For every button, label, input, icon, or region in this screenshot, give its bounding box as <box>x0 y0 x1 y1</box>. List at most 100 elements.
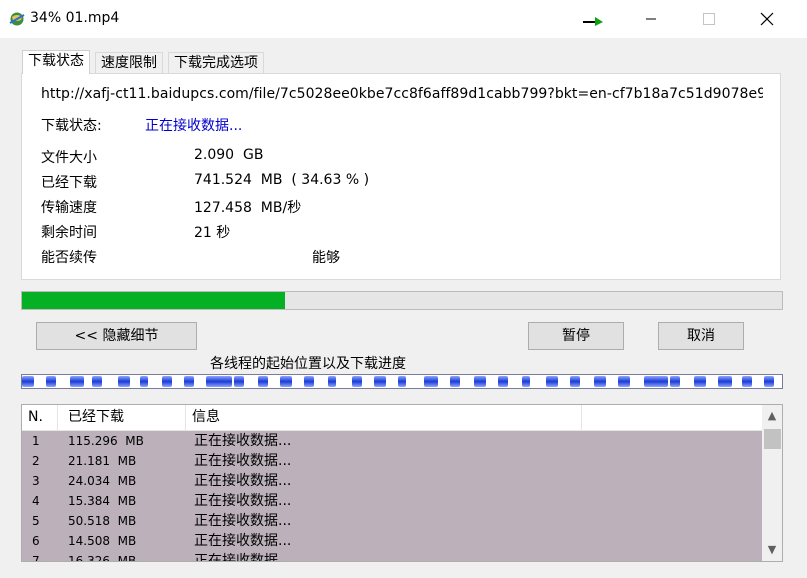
thread-segment <box>140 376 148 387</box>
cell-downloaded: 50.518 MB <box>68 514 137 528</box>
thread-segment <box>670 376 680 387</box>
thread-segment <box>546 376 558 387</box>
close-icon <box>760 12 774 26</box>
table-row[interactable]: 7 16.326 MB 正在接收数据... <box>22 551 762 562</box>
resume-value: 能够 <box>312 250 340 266</box>
file-size-value: 2.090 GB <box>194 147 264 163</box>
thread-segment <box>206 376 232 387</box>
thread-segment <box>398 376 406 387</box>
thread-segment <box>118 376 130 387</box>
column-header-info[interactable]: 信息 <box>186 405 582 430</box>
tab-download-status[interactable]: 下载状态 <box>22 50 90 74</box>
thread-segment <box>594 376 606 387</box>
cell-n: 1 <box>32 434 40 448</box>
scroll-thumb[interactable] <box>764 429 781 449</box>
downloaded-value: 741.524 MB ( 34.63 % ) <box>194 172 370 188</box>
thread-segment <box>258 376 268 387</box>
thread-segment <box>764 376 774 387</box>
tab-completion-options[interactable]: 下载完成选项 <box>168 52 264 73</box>
cell-info: 正在接收数据... <box>194 453 292 469</box>
cell-info: 正在接收数据... <box>194 473 292 489</box>
cell-n: 6 <box>32 534 40 548</box>
hide-details-button[interactable]: << 隐藏细节 <box>36 322 197 350</box>
status-label: 下载状态: <box>41 118 102 134</box>
thread-segment <box>694 376 706 387</box>
speed-label: 传输速度 <box>41 200 97 216</box>
cell-n: 5 <box>32 514 40 528</box>
thread-segment <box>352 376 362 387</box>
status-value: 正在接收数据... <box>145 118 243 134</box>
thread-segment <box>424 376 438 387</box>
download-url: http://xafj-ct11.baidupcs.com/file/7c502… <box>41 86 763 102</box>
cell-n: 4 <box>32 494 40 508</box>
tab-speed-limit[interactable]: 速度限制 <box>95 52 163 73</box>
thread-segment <box>46 376 56 387</box>
thread-segment <box>22 376 34 387</box>
thread-segment <box>304 376 314 387</box>
table-row[interactable]: 3 24.034 MB 正在接收数据... <box>22 471 762 491</box>
cell-downloaded: 24.034 MB <box>68 474 137 488</box>
cell-downloaded: 16.326 MB <box>68 554 137 562</box>
cell-n: 7 <box>32 554 40 562</box>
close-button[interactable] <box>744 0 790 38</box>
cell-downloaded: 21.181 MB <box>68 454 137 468</box>
thread-segment <box>498 376 508 387</box>
minimize-button[interactable] <box>628 0 674 38</box>
maximize-button[interactable] <box>686 0 732 38</box>
green-arrow-icon <box>582 15 604 27</box>
minimize-icon <box>646 18 656 20</box>
table-row[interactable]: 4 15.384 MB 正在接收数据... <box>22 491 762 511</box>
thread-progress-bar <box>21 374 783 389</box>
table-body: 1 115.296 MB 正在接收数据... 2 21.181 MB 正在接收数据... 3… <box>22 431 762 562</box>
thread-segment <box>644 376 668 387</box>
remaining-time-label: 剩余时间 <box>41 225 97 241</box>
maximize-icon <box>703 13 715 25</box>
thread-segment <box>474 376 486 387</box>
scroll-up-icon[interactable]: ▲ <box>762 407 782 425</box>
thread-segment <box>280 376 292 387</box>
table-row[interactable]: 6 14.508 MB 正在接收数据... <box>22 531 762 551</box>
table-header: N. 已经下载 信息 <box>22 405 762 431</box>
thread-segment <box>328 376 336 387</box>
thread-segment <box>184 376 194 387</box>
cell-downloaded: 14.508 MB <box>68 534 137 548</box>
column-header-n[interactable]: N. <box>22 405 58 430</box>
title-bar: 34% 01.mp4 <box>0 0 807 38</box>
cell-info: 正在接收数据... <box>194 493 292 509</box>
pause-button[interactable]: 暂停 <box>528 322 624 350</box>
column-header-blank <box>582 405 762 430</box>
thread-segment <box>70 376 84 387</box>
thread-segment <box>522 376 530 387</box>
overall-progress-fill <box>22 292 286 309</box>
thread-segment <box>92 376 102 387</box>
speed-value: 127.458 MB/秒 <box>194 200 302 216</box>
scroll-down-icon[interactable]: ▼ <box>762 541 782 559</box>
threads-caption: 各线程的起始位置以及下载进度 <box>210 356 406 372</box>
thread-segment <box>718 376 732 387</box>
table-row[interactable]: 1 115.296 MB 正在接收数据... <box>22 431 762 451</box>
column-header-downloaded[interactable]: 已经下载 <box>58 405 186 430</box>
thread-segment <box>234 376 244 387</box>
idm-globe-icon <box>8 11 26 27</box>
remaining-time-value: 21 秒 <box>194 225 231 241</box>
thread-segment <box>162 376 172 387</box>
thread-segment <box>618 376 630 387</box>
cancel-button[interactable]: 取消 <box>658 322 744 350</box>
cell-info: 正在接收数据... <box>194 513 292 529</box>
cell-info: 正在接收数据... <box>194 533 292 549</box>
thread-segment <box>742 376 752 387</box>
overall-progress-bar <box>21 291 783 310</box>
window-title: 34% 01.mp4 <box>30 10 120 26</box>
table-row[interactable]: 5 50.518 MB 正在接收数据... <box>22 511 762 531</box>
cell-info: 正在接收数据... <box>194 433 292 449</box>
thread-table: N. 已经下载 信息 1 115.296 MB 正在接收数据... 2 21.181 M… <box>21 404 783 562</box>
downloaded-label: 已经下载 <box>41 175 97 191</box>
table-row[interactable]: 2 21.181 MB 正在接收数据... <box>22 451 762 471</box>
thread-segment <box>570 376 580 387</box>
cell-downloaded: 15.384 MB <box>68 494 137 508</box>
download-status-panel: http://xafj-ct11.baidupcs.com/file/7c502… <box>21 73 781 280</box>
table-scrollbar[interactable]: ▲ ▼ <box>762 405 782 561</box>
cell-n: 2 <box>32 454 40 468</box>
thread-segment <box>374 376 386 387</box>
cell-n: 3 <box>32 474 40 488</box>
